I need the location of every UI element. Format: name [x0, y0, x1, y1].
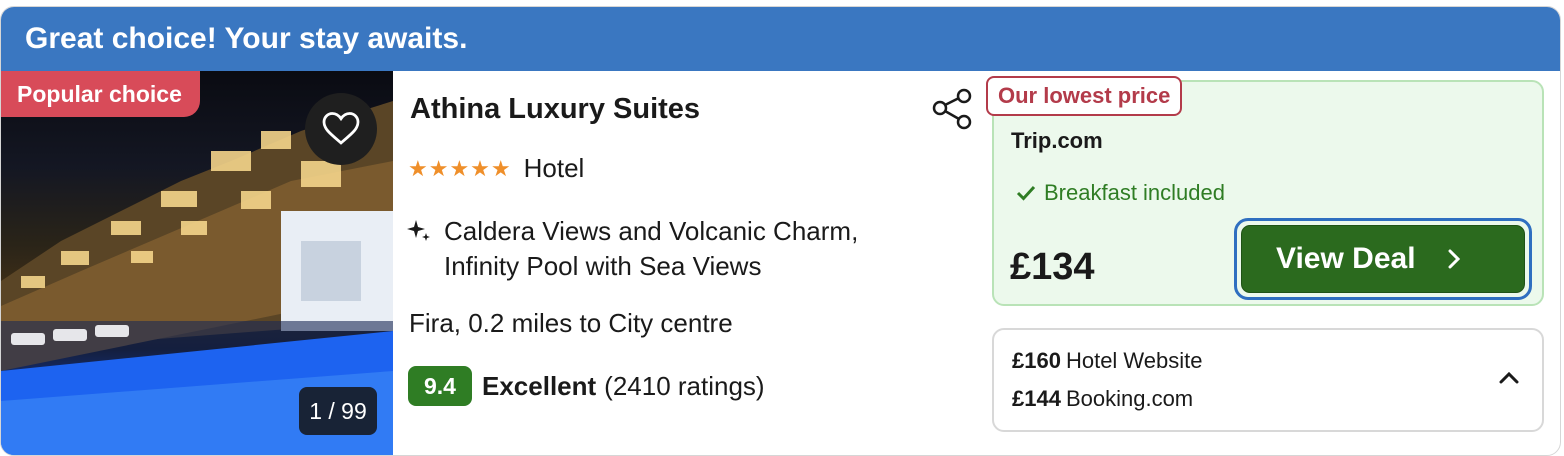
chevron-right-icon — [1448, 249, 1460, 269]
other-price-provider: Hotel Website — [1065, 348, 1203, 373]
deal-price: £134 — [1010, 246, 1095, 288]
heart-icon — [322, 112, 360, 145]
rating-word: Excellent — [482, 370, 597, 401]
deal-provider: Trip.com — [1011, 128, 1103, 153]
sparkle-icon — [407, 220, 430, 241]
lowest-price-tag: Our lowest price — [986, 76, 1183, 116]
checkmark-icon — [1016, 185, 1036, 201]
hotel-class-row: ★★★★★ Hotel — [408, 153, 584, 184]
rating-score-badge: 9.4 — [408, 366, 472, 406]
other-price-value: £160 — [1012, 348, 1061, 373]
rating-count: (2410 ratings) — [604, 370, 765, 401]
hotel-location: Fira, 0.2 miles to City centre — [409, 308, 733, 338]
property-type: Hotel — [523, 153, 585, 183]
hotel-photo[interactable]: Popular choice 1 / 99 — [1, 71, 393, 455]
highlight-line: Caldera Views and Volcanic Charm, — [444, 216, 859, 246]
view-deal-button[interactable]: View Deal — [1234, 218, 1532, 300]
highlight-line: Infinity Pool with Sea Views — [444, 251, 762, 281]
star-rating-icons: ★★★★★ — [408, 155, 512, 181]
banner: Great choice! Your stay awaits. — [1, 7, 1560, 71]
favorite-button[interactable] — [305, 93, 377, 165]
hotel-name[interactable]: Athina Luxury Suites — [410, 93, 700, 126]
other-price-row: £160 Hotel Website — [1012, 348, 1203, 374]
view-deal-button-body[interactable]: View Deal — [1241, 225, 1525, 293]
deal-perk-label: Breakfast included — [1044, 180, 1225, 205]
other-price-value: £144 — [1012, 386, 1061, 411]
view-deal-label: View Deal — [1276, 242, 1416, 275]
share-icon[interactable] — [930, 84, 974, 132]
photo-counter: 1 / 99 — [299, 387, 377, 435]
highlights-text: Caldera Views and Volcanic Charm, Infini… — [444, 214, 944, 284]
deal-perk: Breakfast included — [1016, 180, 1225, 206]
other-prices-panel[interactable]: £160 Hotel Website £144 Booking.com — [992, 328, 1544, 432]
other-price-row: £144 Booking.com — [1012, 386, 1193, 412]
rating-row[interactable]: 9.4 Excellent (2410 ratings) — [408, 366, 765, 406]
other-price-provider: Booking.com — [1065, 386, 1194, 411]
chevron-up-icon[interactable] — [1498, 370, 1520, 386]
popular-choice-badge: Popular choice — [1, 71, 200, 117]
hotel-highlights: Caldera Views and Volcanic Charm, Infini… — [406, 214, 944, 284]
